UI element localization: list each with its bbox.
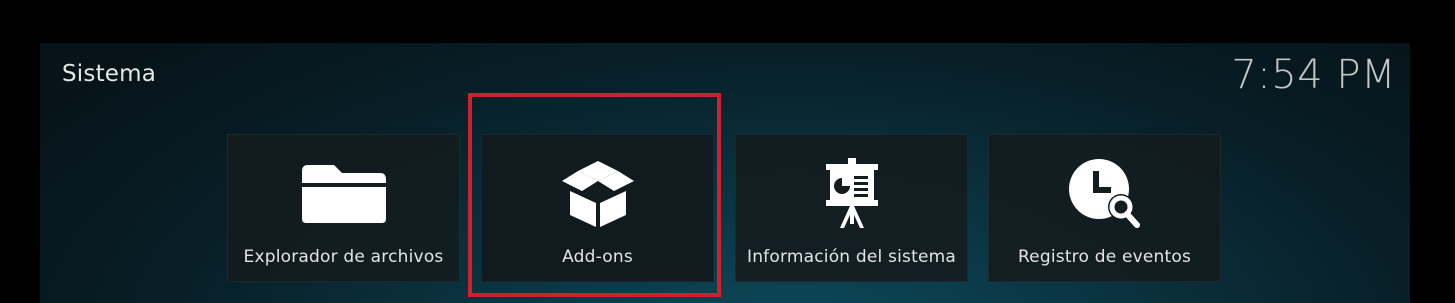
open-box-icon [482,157,713,229]
tile-label: Explorador de archivos [243,247,444,267]
clock-search-icon [989,157,1220,229]
page-title: Sistema [62,61,157,87]
presentation-board-icon [736,157,967,229]
tile-label: Add-ons [562,247,633,267]
tile-add-ons[interactable]: Add-ons [481,134,714,282]
kodi-screen: Sistema 7:54 PM Explorador de archivos A… [40,43,1410,303]
folder-icon [228,157,459,229]
tile-label: Registro de eventos [1017,247,1192,267]
clock: 7:54 PM [1231,52,1396,98]
tile-label: Información del sistema [746,247,956,267]
tile-event-log[interactable]: Registro de eventos [988,134,1221,282]
tile-file-manager[interactable]: Explorador de archivos [227,134,460,282]
tile-system-info[interactable]: Información del sistema [735,134,968,282]
